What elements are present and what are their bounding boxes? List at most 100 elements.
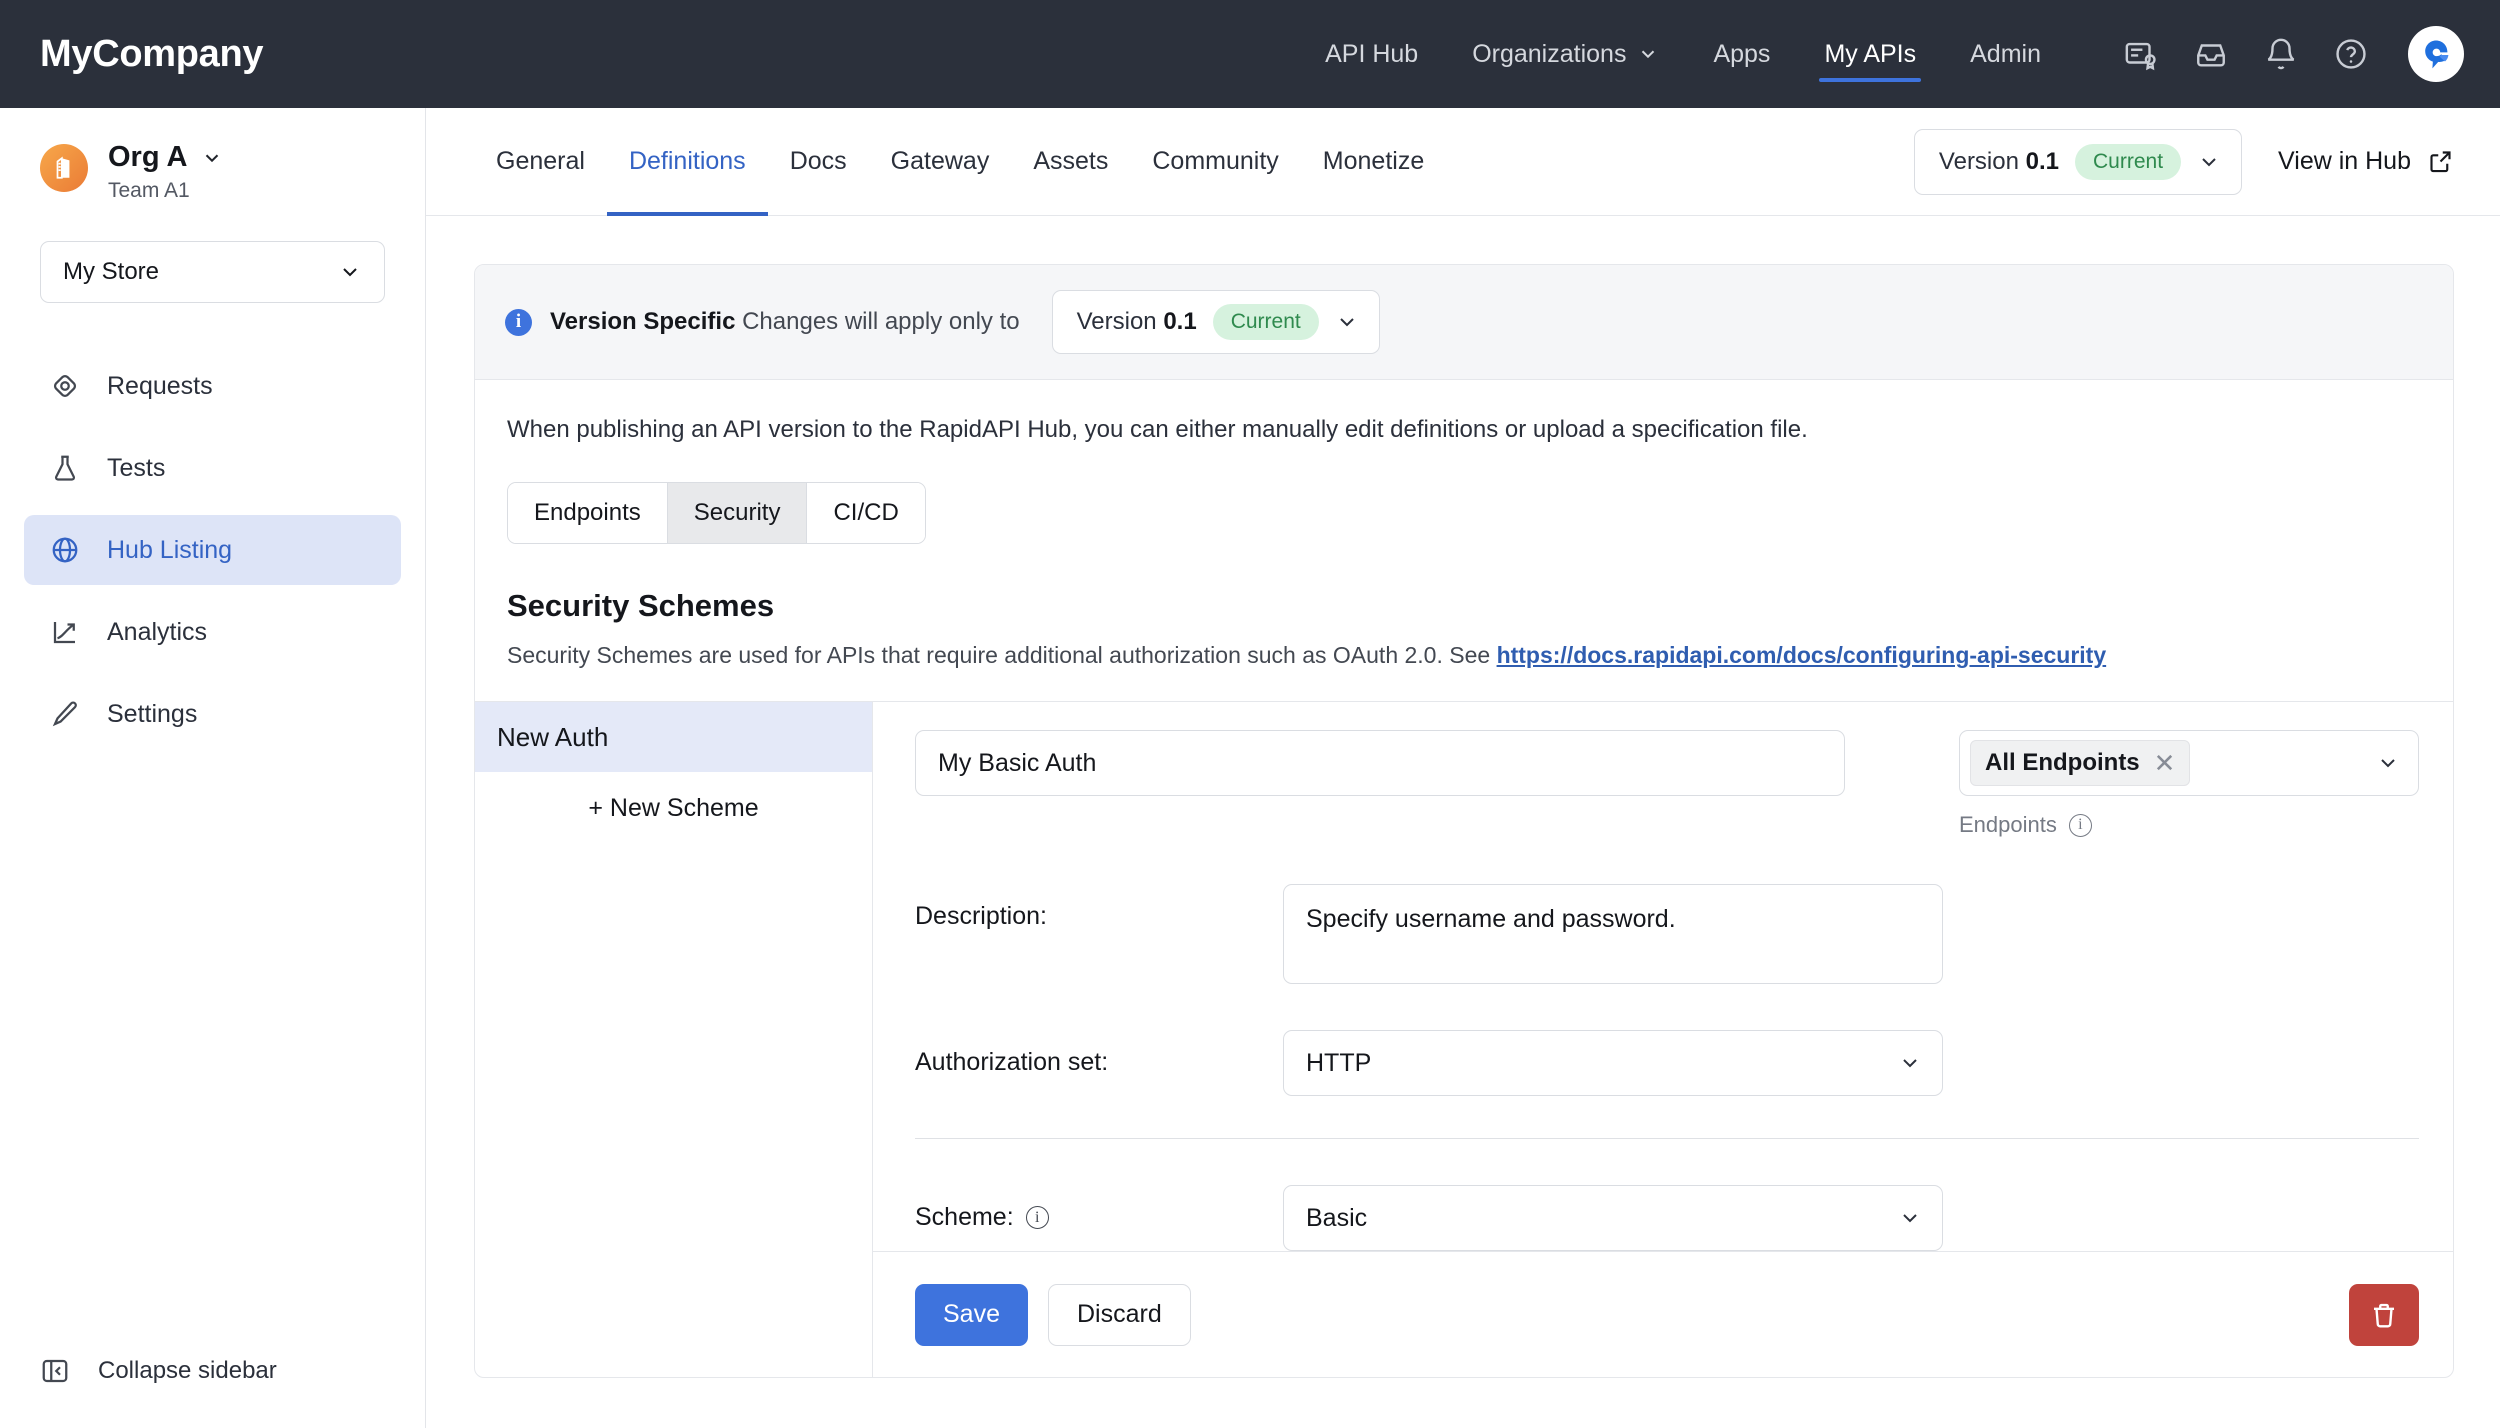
lead-text: When publishing an API version to the Ra… — [507, 416, 1808, 443]
version-number: 0.1 — [1163, 308, 1197, 335]
help-icon[interactable] — [2334, 37, 2368, 71]
chevron-down-icon — [1340, 318, 1354, 327]
endpoints-select[interactable]: All Endpoints ✕ — [1959, 730, 2419, 796]
tab-assets[interactable]: Assets — [1011, 108, 1130, 216]
tab-docs[interactable]: Docs — [768, 108, 869, 216]
tab-label: Definitions — [628, 147, 746, 175]
description-textarea[interactable] — [1283, 884, 1943, 984]
api-security-docs-link[interactable]: https://docs.rapidapi.com/docs/configuri… — [1497, 642, 2107, 668]
section-title: Security Schemes — [507, 588, 775, 623]
segment-cicd[interactable]: CI/CD — [807, 483, 925, 543]
view-in-hub-label: View in Hub — [2278, 147, 2411, 175]
tab-label: Assets — [1033, 147, 1109, 175]
collapse-sidebar-label: Collapse sidebar — [98, 1357, 277, 1384]
section-description: Security Schemes are used for APIs that … — [507, 642, 2421, 669]
requests-icon — [53, 374, 77, 398]
sidebar-item-label: Analytics — [107, 617, 208, 646]
authorization-value: HTTP — [1306, 1048, 1372, 1077]
info-icon: i — [505, 308, 532, 336]
org-team: Team A1 — [108, 179, 190, 202]
remove-chip-icon[interactable]: ✕ — [2154, 750, 2176, 776]
chevron-down-icon — [2381, 759, 2395, 768]
topnav-my-apis[interactable]: My APIs — [1797, 0, 1943, 108]
store-select[interactable]: My Store — [40, 241, 385, 303]
collapse-sidebar-button[interactable]: Collapse sidebar — [40, 1356, 277, 1386]
segment-label: CI/CD — [833, 499, 899, 526]
version-specific-banner: i Version Specific Changes will apply on… — [475, 265, 2453, 380]
discard-button[interactable]: Discard — [1047, 1283, 1191, 1346]
org-switcher[interactable]: Org A Team A1 — [0, 108, 425, 203]
banner-version-selector[interactable]: Version 0.1 Current — [1051, 290, 1380, 354]
version-selector[interactable]: Version 0.1 Current — [1913, 128, 2243, 195]
topnav-admin[interactable]: Admin — [1943, 0, 2068, 108]
definitions-segmented-control: Endpoints Security CI/CD — [507, 482, 926, 544]
version-number: 0.1 — [2025, 147, 2060, 175]
tab-label: Community — [1152, 147, 1279, 175]
version-status-badge: Current — [1212, 304, 1319, 340]
bell-icon[interactable] — [2264, 37, 2298, 71]
topnav-organizations[interactable]: Organizations — [1445, 0, 1686, 108]
security-schemes-split: New Auth + New Scheme My Basic Auth All … — [475, 701, 2453, 1377]
avatar[interactable] — [2408, 26, 2464, 82]
save-button[interactable]: Save — [915, 1283, 1028, 1346]
tab-community[interactable]: Community — [1130, 108, 1300, 216]
info-icon[interactable]: i — [1025, 1206, 1049, 1229]
sidebar-item-tests[interactable]: Tests — [24, 433, 401, 503]
brand-logo[interactable]: MyCompany — [40, 33, 264, 76]
topnav-api-hub[interactable]: API Hub — [1298, 0, 1445, 108]
version-prefix: Version — [1938, 147, 2019, 175]
chevron-down-icon — [2202, 157, 2216, 166]
topnav-label: API Hub — [1325, 39, 1419, 68]
globe-icon — [52, 537, 78, 563]
description-label: Description: — [915, 902, 1047, 930]
tab-definitions[interactable]: Definitions — [606, 108, 768, 216]
inbox-icon[interactable] — [2194, 37, 2228, 71]
sidebar-item-settings[interactable]: Settings — [24, 679, 401, 749]
authorization-select[interactable]: HTTP — [1283, 1030, 1943, 1096]
scheme-list-item-new-auth[interactable]: New Auth — [475, 702, 872, 772]
scheme-list: New Auth + New Scheme — [475, 702, 873, 1377]
scheme-select[interactable]: Basic — [1283, 1185, 1943, 1251]
authorization-label: Authorization set: — [915, 1048, 1109, 1076]
top-icon-group — [2124, 26, 2464, 82]
sidebar-item-hub-listing[interactable]: Hub Listing — [24, 515, 401, 585]
scheme-name-row: All Endpoints ✕ Endpoints i — [873, 730, 2453, 838]
sidebar-item-analytics[interactable]: Analytics — [24, 597, 401, 667]
definitions-card: i Version Specific Changes will apply on… — [474, 264, 2454, 1378]
endpoints-chip-label: All Endpoints — [1985, 749, 2140, 776]
endpoints-column: All Endpoints ✕ Endpoints i — [1959, 730, 2419, 838]
scheme-value: Basic — [1306, 1203, 1368, 1232]
delete-scheme-button[interactable] — [2349, 1283, 2419, 1346]
card-body: When publishing an API version to the Ra… — [475, 380, 2453, 669]
scheme-name-input[interactable] — [915, 730, 1845, 796]
endpoints-chip: All Endpoints ✕ — [1970, 740, 2191, 786]
scheme-list-item-label: New Auth — [497, 721, 609, 752]
top-nav-links: API Hub Organizations Apps My APIs Admin — [1298, 0, 2068, 108]
info-icon[interactable]: i — [2068, 813, 2092, 837]
segment-security[interactable]: Security — [667, 483, 808, 543]
chevron-down-icon — [343, 268, 357, 277]
banner-text: Changes will apply only to — [742, 308, 1020, 335]
api-tabbar: General Definitions Docs Gateway Assets … — [426, 108, 2500, 216]
tab-label: Gateway — [890, 147, 990, 175]
chevron-down-icon — [1903, 1214, 1917, 1223]
org-name: Org A — [108, 141, 188, 173]
tab-gateway[interactable]: Gateway — [869, 108, 1012, 216]
view-in-hub-link[interactable]: View in Hub — [2278, 147, 2454, 176]
tab-general[interactable]: General — [474, 108, 607, 216]
tab-monetize[interactable]: Monetize — [1301, 108, 1446, 216]
sidebar-item-requests[interactable]: Requests — [24, 351, 401, 421]
scheme-detail-footer: Save Discard — [873, 1251, 2453, 1377]
sidebar: Org A Team A1 My Store Requests Tests Hu… — [0, 108, 426, 1428]
endpoints-caption-label: Endpoints — [1959, 812, 2057, 837]
new-scheme-button[interactable]: + New Scheme — [475, 772, 872, 844]
license-icon[interactable] — [2124, 37, 2158, 71]
topnav-apps[interactable]: Apps — [1686, 0, 1797, 108]
sidebar-nav: Requests Tests Hub Listing Analytics Set… — [0, 351, 425, 749]
segment-endpoints[interactable]: Endpoints — [508, 483, 668, 543]
collapse-sidebar-icon — [42, 1359, 68, 1383]
tab-label: Monetize — [1322, 147, 1425, 175]
scheme-detail-body: All Endpoints ✕ Endpoints i — [873, 702, 2453, 1251]
rapidapi-logo-icon — [2425, 40, 2449, 69]
chevron-down-icon[interactable] — [201, 147, 223, 169]
